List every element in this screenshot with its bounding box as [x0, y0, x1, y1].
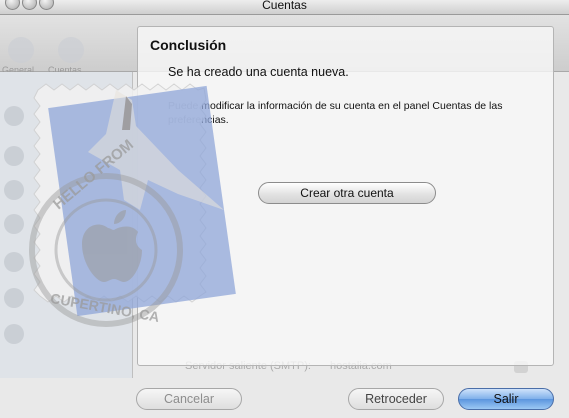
account-icon — [4, 324, 24, 344]
account-icon — [4, 106, 24, 126]
account-icon — [4, 146, 24, 166]
at-sign-icon — [58, 37, 84, 63]
back-button[interactable]: Retroceder — [348, 388, 444, 410]
assistant-sheet: Conclusión Se ha creado una cuenta nueva… — [137, 26, 554, 366]
accounts-sidebar — [0, 72, 133, 378]
cancel-button[interactable]: Cancelar — [136, 388, 242, 410]
account-icon — [4, 252, 24, 272]
title-bar: Cuentas — [0, 0, 569, 15]
zoom-window-icon[interactable] — [39, 0, 54, 10]
window-title: Cuentas — [262, 0, 307, 12]
account-icon — [4, 180, 24, 200]
page-title: Conclusión — [150, 37, 227, 53]
detail-message: Puede modificar la información de su cue… — [168, 100, 503, 126]
account-icon — [4, 288, 24, 308]
general-icon — [8, 37, 34, 63]
create-another-account-button[interactable]: Crear otra cuenta — [258, 182, 436, 204]
account-icon — [4, 214, 24, 234]
close-window-icon[interactable] — [5, 0, 20, 10]
minimize-window-icon[interactable] — [22, 0, 37, 10]
exit-button[interactable]: Salir — [458, 388, 554, 410]
success-message: Se ha creado una cuenta nueva. — [168, 65, 349, 79]
